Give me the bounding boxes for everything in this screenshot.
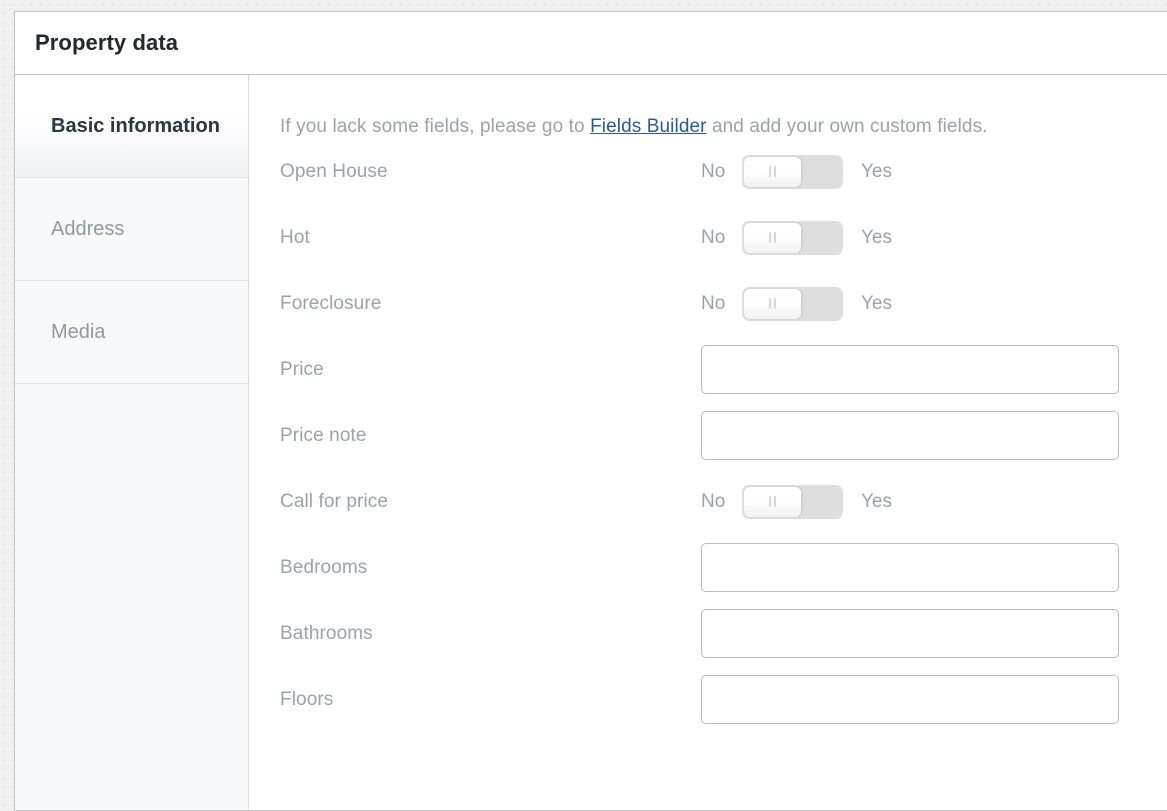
grip-line-icon (774, 298, 776, 309)
panel-body: Basic information Address Media If you l… (15, 75, 1167, 809)
field-row-hot: Hot No Yes (249, 205, 1167, 271)
fields-builder-link[interactable]: Fields Builder (590, 116, 707, 137)
field-row-bedrooms: Bedrooms (249, 535, 1167, 601)
field-label-price-note: Price note (280, 425, 701, 447)
tab-label: Address (51, 218, 124, 241)
fields-content: If you lack some fields, please go to Fi… (249, 75, 1167, 809)
toggle-group-hot: No Yes (701, 221, 892, 255)
switch-on-label: Yes (861, 491, 892, 513)
field-label-call-for-price: Call for price (280, 491, 701, 513)
field-row-bathrooms: Bathrooms (249, 601, 1167, 667)
toggle-knob (744, 223, 801, 253)
switch-on-label: Yes (861, 293, 892, 315)
field-row-call-for-price: Call for price No Yes (249, 469, 1167, 535)
floors-input[interactable] (701, 675, 1119, 724)
switch-off-label: No (701, 227, 742, 249)
grip-line-icon (769, 496, 771, 507)
field-label-floors: Floors (280, 689, 701, 711)
panel-header: Property data (15, 12, 1167, 75)
field-label-open-house: Open House (280, 161, 701, 183)
toggle-call-for-price[interactable] (742, 485, 843, 519)
field-row-open-house: Open House No Yes (249, 139, 1167, 205)
toggle-group-call-for-price: No Yes (701, 485, 892, 519)
tab-label: Basic information (51, 115, 220, 138)
field-label-foreclosure: Foreclosure (280, 293, 701, 315)
grip-line-icon (774, 496, 776, 507)
toggle-knob (744, 487, 801, 517)
grip-line-icon (769, 166, 771, 177)
field-row-floors: Floors (249, 667, 1167, 733)
bedrooms-input[interactable] (701, 543, 1119, 592)
grip-line-icon (769, 232, 771, 243)
switch-off-label: No (701, 491, 742, 513)
field-label-price: Price (280, 359, 701, 381)
grip-line-icon (769, 298, 771, 309)
field-row-foreclosure: Foreclosure No Yes (249, 271, 1167, 337)
field-label-bathrooms: Bathrooms (280, 623, 701, 645)
price-note-input[interactable] (701, 411, 1119, 460)
bathrooms-input[interactable] (701, 609, 1119, 658)
field-row-price-note: Price note (249, 403, 1167, 469)
notice-text-before: If you lack some fields, please go to (280, 116, 590, 137)
toggle-group-open-house: No Yes (701, 155, 892, 189)
page-title: Property data (35, 32, 178, 54)
tab-label: Media (51, 321, 105, 344)
toggle-group-foreclosure: No Yes (701, 287, 892, 321)
switch-off-label: No (701, 293, 742, 315)
switch-on-label: Yes (861, 227, 892, 249)
switch-on-label: Yes (861, 161, 892, 183)
tab-address[interactable]: Address (15, 178, 248, 281)
tab-basic-information[interactable]: Basic information (15, 75, 248, 178)
property-data-panel: Property data Basic information Address … (14, 11, 1167, 811)
toggle-knob (744, 157, 801, 187)
tab-media[interactable]: Media (15, 281, 248, 384)
fields-builder-notice: If you lack some fields, please go to Fi… (249, 75, 1167, 139)
toggle-hot[interactable] (742, 221, 843, 255)
field-label-hot: Hot (280, 227, 701, 249)
price-input[interactable] (701, 345, 1119, 394)
grip-line-icon (774, 232, 776, 243)
notice-text-after: and add your own custom fields. (707, 116, 988, 137)
toggle-knob (744, 289, 801, 319)
field-label-bedrooms: Bedrooms (280, 557, 701, 579)
field-row-price: Price (249, 337, 1167, 403)
tab-rail: Basic information Address Media (15, 75, 249, 809)
toggle-open-house[interactable] (742, 155, 843, 189)
grip-line-icon (774, 166, 776, 177)
toggle-foreclosure[interactable] (742, 287, 843, 321)
switch-off-label: No (701, 161, 742, 183)
